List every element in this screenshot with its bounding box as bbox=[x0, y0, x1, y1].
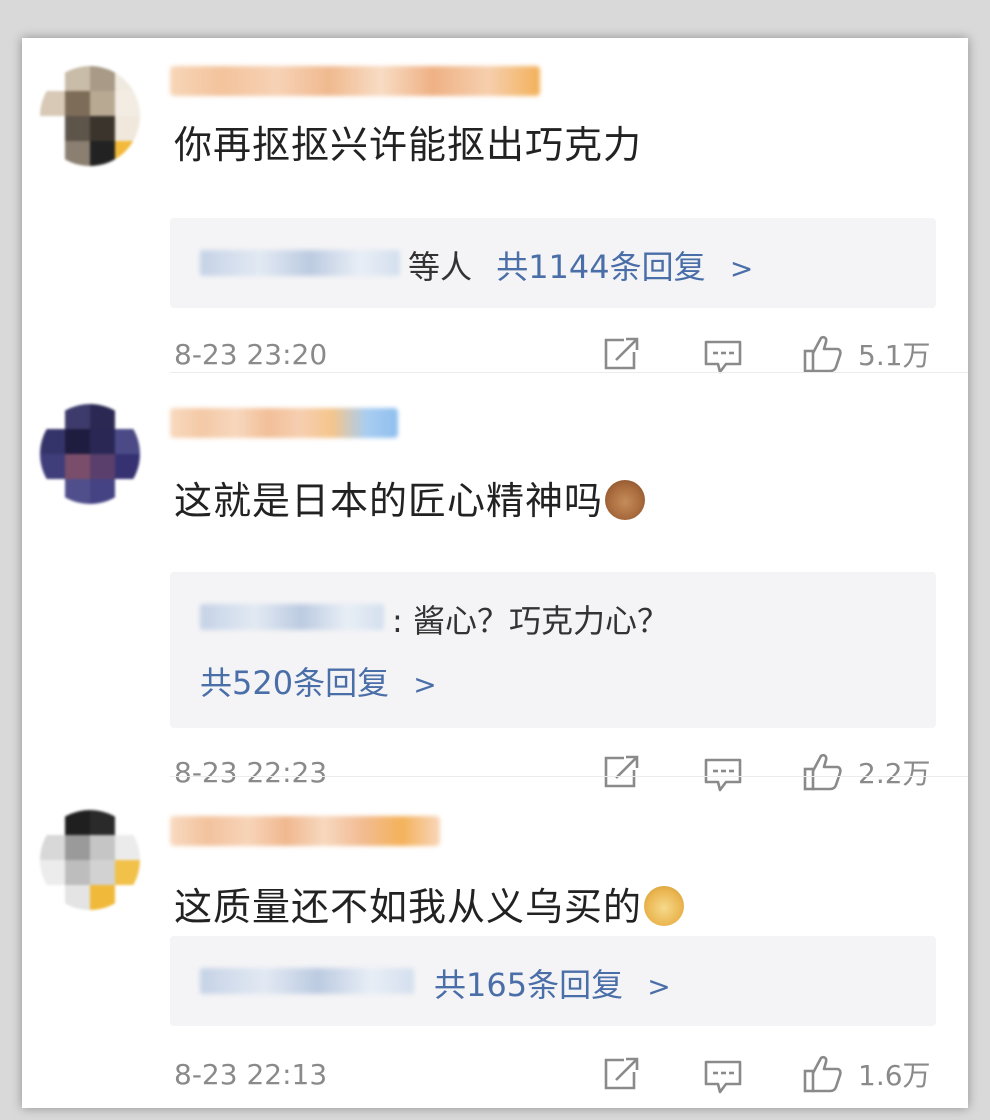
reply-preview[interactable]: 等人 共1144条回复 > bbox=[170, 218, 936, 308]
like-button[interactable]: 1.6万 bbox=[802, 1054, 931, 1094]
thumbs-up-icon bbox=[802, 752, 844, 792]
reply-user-names bbox=[200, 968, 414, 994]
reply-preview-text: : 酱心？巧克力心？ bbox=[392, 602, 669, 640]
like-button[interactable]: 2.2万 bbox=[802, 752, 931, 792]
like-count: 1.6万 bbox=[858, 1059, 931, 1092]
username[interactable] bbox=[170, 408, 398, 438]
thumbs-up-icon bbox=[802, 1054, 844, 1094]
share-icon[interactable] bbox=[602, 336, 642, 372]
comment-text: 这就是日本的匠心精神吗 bbox=[174, 470, 646, 525]
reply-suffix: 等人 bbox=[408, 248, 473, 286]
timestamp: 8-23 23:20 bbox=[174, 338, 328, 371]
thumbs-up-icon bbox=[802, 334, 844, 374]
chevron-right-icon: > bbox=[413, 668, 437, 701]
divider bbox=[170, 372, 968, 373]
timestamp: 8-23 22:23 bbox=[174, 756, 328, 789]
comment-text: 你再抠抠兴许能抠出巧克力 bbox=[174, 123, 643, 167]
reply-preview[interactable]: 共165条回复 > bbox=[170, 936, 936, 1026]
username[interactable] bbox=[170, 816, 440, 846]
comment-text: 这质量还不如我从义乌买的 bbox=[174, 876, 685, 931]
comment-icon[interactable] bbox=[702, 756, 744, 794]
like-count: 5.1万 bbox=[858, 339, 931, 372]
chevron-right-icon: > bbox=[647, 970, 671, 1003]
comment-icon[interactable] bbox=[702, 338, 744, 376]
avatar[interactable] bbox=[40, 66, 140, 166]
doge-emoji bbox=[644, 886, 685, 926]
reply-user-names bbox=[200, 604, 384, 630]
share-icon[interactable] bbox=[602, 1056, 642, 1092]
reply-count-link[interactable]: 共165条回复 > bbox=[434, 960, 671, 1006]
like-count: 2.2万 bbox=[858, 757, 931, 790]
like-button[interactable]: 5.1万 bbox=[802, 334, 931, 374]
reply-count-link[interactable]: 共520条回复 > bbox=[200, 658, 437, 704]
reply-preview[interactable]: : 酱心？巧克力心？ 共520条回复 > bbox=[170, 572, 936, 728]
reply-count-link[interactable]: 共1144条回复 > bbox=[496, 248, 753, 286]
avatar[interactable] bbox=[40, 404, 140, 504]
reply-user-names bbox=[200, 250, 400, 276]
chevron-right-icon: > bbox=[729, 252, 754, 285]
username[interactable] bbox=[170, 66, 540, 96]
avatar[interactable] bbox=[40, 810, 140, 910]
comment-list: 你再抠抠兴许能抠出巧克力 等人 共1144条回复 > 8-23 23:20 5.… bbox=[22, 38, 968, 1108]
timestamp: 8-23 22:13 bbox=[174, 1058, 328, 1091]
jerry-mouse-emoji bbox=[605, 480, 646, 520]
divider bbox=[170, 776, 968, 777]
share-icon[interactable] bbox=[602, 754, 642, 790]
comment-icon[interactable] bbox=[702, 1058, 744, 1096]
